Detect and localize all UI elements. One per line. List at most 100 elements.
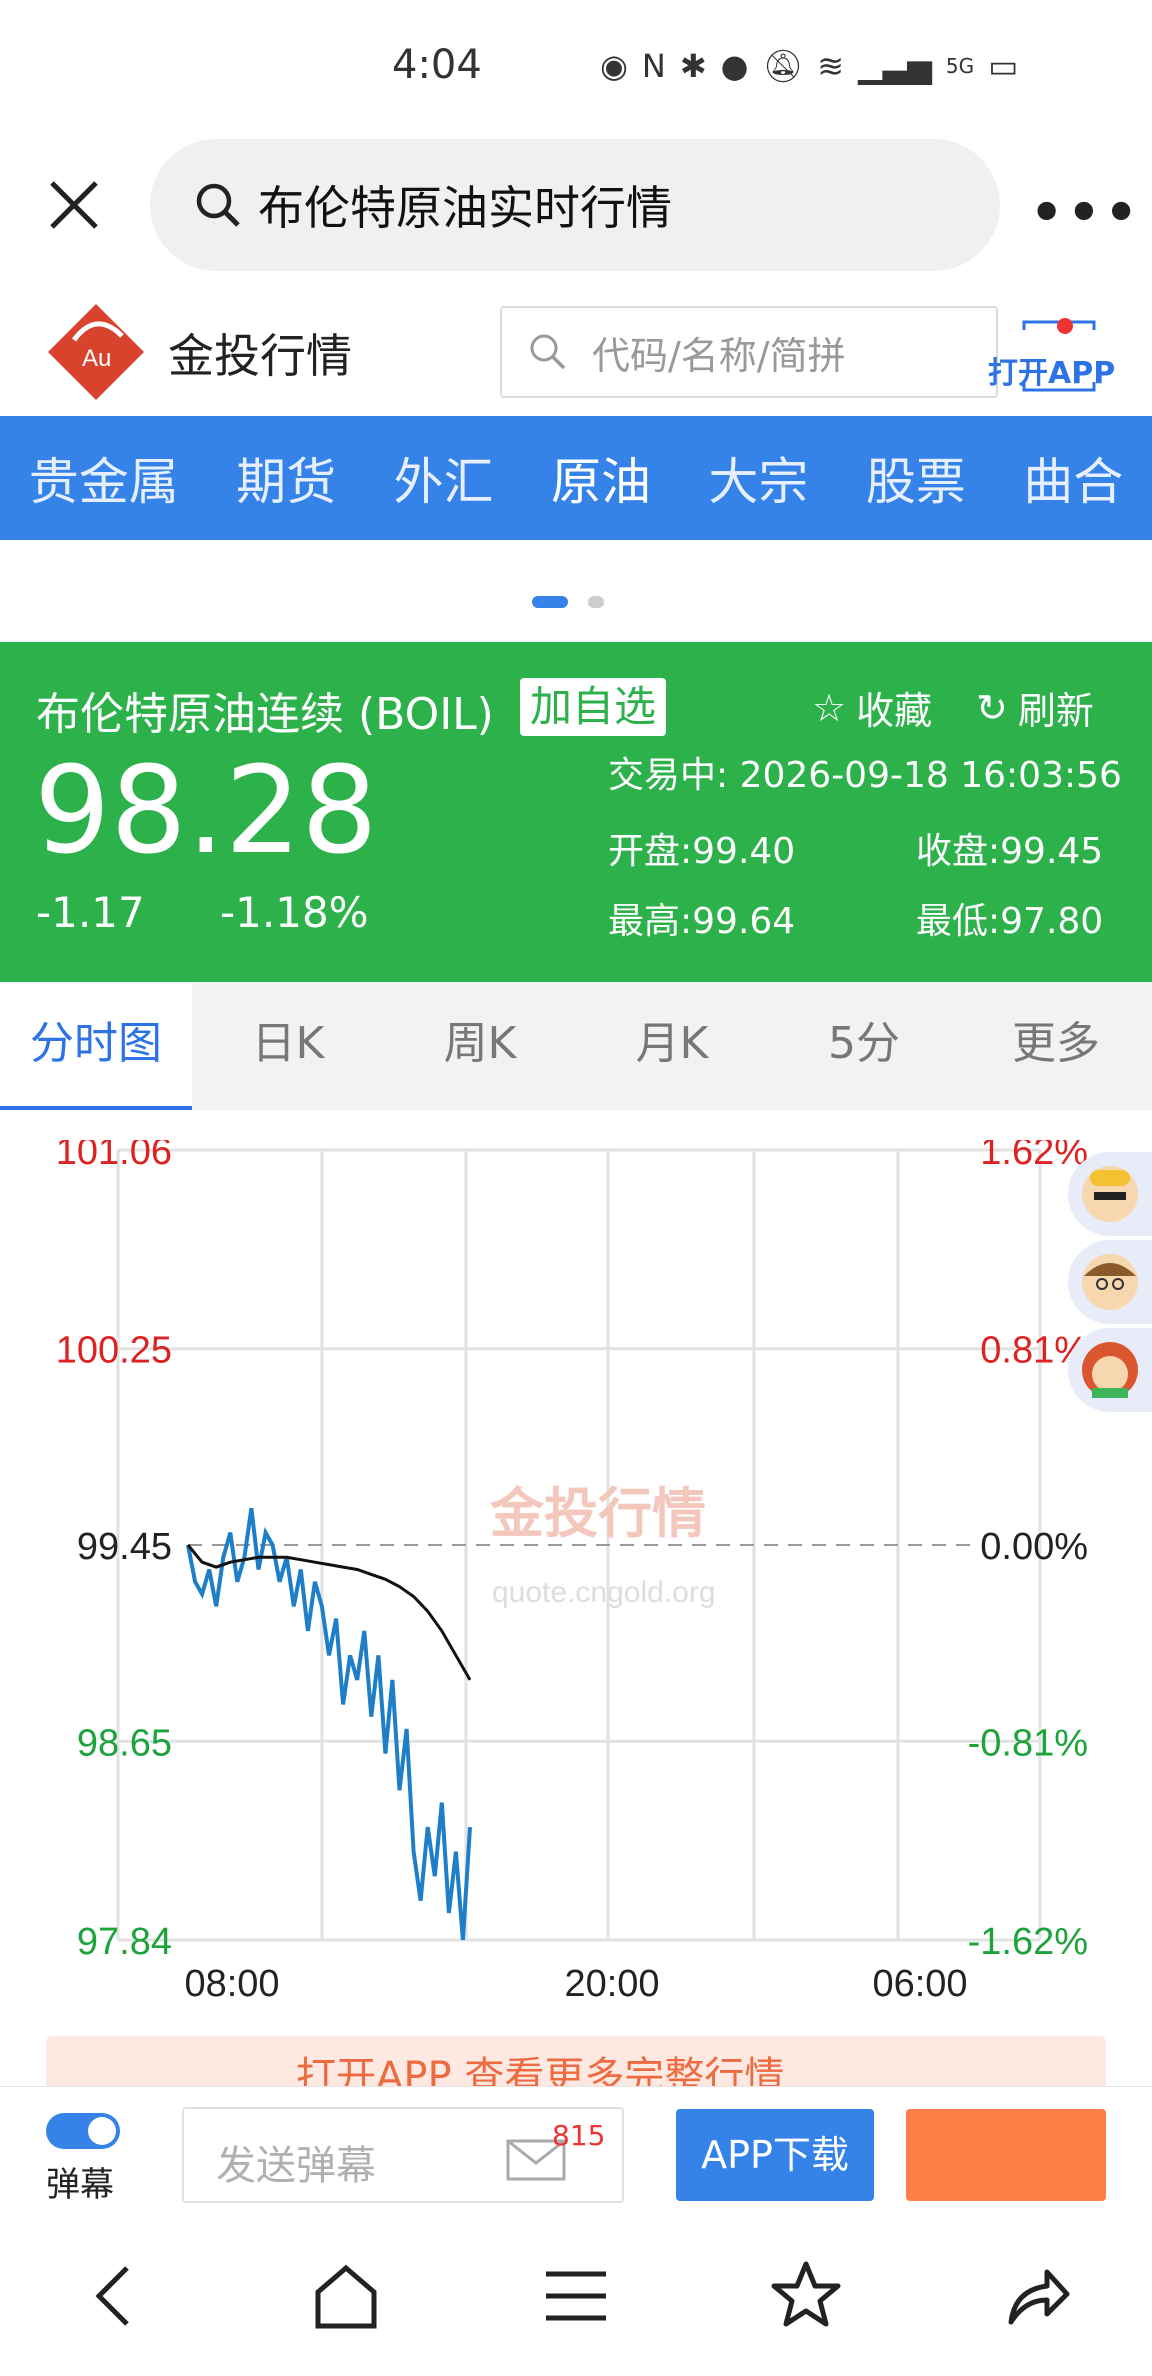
watermark-text: 金投行情	[489, 1484, 706, 1544]
nav-tab-more[interactable]: 曲合	[1023, 442, 1123, 514]
instrument-name: 布伦特原油连续 (BOIL)	[36, 689, 494, 740]
favorite-label: 收藏	[856, 689, 933, 733]
danmu-input-placeholder: 发送弹幕	[216, 2143, 376, 2189]
system-nav-bar	[0, 2216, 1152, 2376]
status-time: 4:04	[392, 42, 482, 88]
avatar[interactable]	[1068, 1240, 1152, 1324]
mail-count-badge: 815	[552, 2119, 606, 2152]
price-change: -1.17	[36, 888, 145, 937]
browser-search-text: 布伦特原油实时行情	[258, 181, 672, 235]
y-axis-right-label: 0.00%	[980, 1526, 1088, 1568]
refresh-icon: ↻	[976, 685, 1008, 730]
tab-intraday[interactable]: 分时图	[0, 982, 192, 1110]
signal-5g-label: 5G	[945, 54, 975, 78]
site-search-input[interactable]: 代码/名称/简拼	[500, 306, 998, 398]
danmu-toggle-label: 弹幕	[46, 2165, 114, 2205]
star-icon: ☆	[812, 685, 847, 730]
status-bar: 4:04 ◉ N ✱ ● 🔕︎ ≋ ▁▃▅ 5G ▭	[0, 0, 1152, 130]
user-avatar-icon	[1082, 1254, 1138, 1310]
comment-bar: 弹幕 发送弹幕 815 APP下载	[0, 2086, 1152, 2216]
carousel-dot-active[interactable]	[532, 596, 568, 608]
star-icon[interactable]	[766, 2256, 846, 2336]
promo-banner[interactable]: 打开APP 查看更多完整行情	[46, 2036, 1106, 2086]
intraday-chart[interactable]: 101.06 1.62%100.25 0.81%99.45 0.00%98.65 -0.…	[0, 1140, 1152, 2020]
signal-icon: ▁▃▅	[858, 47, 932, 85]
promo-text: 打开APP 查看更多完整行情	[296, 2054, 785, 2086]
search-icon	[196, 183, 240, 227]
more-menu-button[interactable]: •••	[1030, 183, 1142, 243]
favorite-button[interactable]: ☆ 收藏	[812, 680, 932, 735]
low-price: 最低:97.80	[916, 901, 1104, 942]
carousel-dot[interactable]	[588, 596, 604, 608]
watermark-url: quote.cngold.org	[492, 1576, 716, 1609]
site-logo[interactable]: Au	[44, 300, 148, 404]
nfc-icon: N	[641, 47, 666, 85]
trading-status: 交易中: 2026-09-18 16:03:56	[608, 755, 1122, 796]
avatar[interactable]	[1068, 1152, 1152, 1236]
open-app-label: 打开APP	[988, 356, 1116, 391]
app-download-button[interactable]: APP下载	[676, 2109, 874, 2201]
tab-5min[interactable]: 5分	[768, 982, 960, 1110]
nav-tab-stocks[interactable]: 股票	[866, 442, 966, 514]
open-price: 开盘:99.40	[608, 831, 796, 872]
user-avatar-icon	[1082, 1166, 1138, 1222]
browser-search-bar[interactable]: 布伦特原油实时行情	[150, 139, 1000, 271]
close-icon[interactable]	[44, 175, 104, 235]
notification-dot	[1057, 318, 1073, 334]
nav-tab-crude-oil[interactable]: 原油	[551, 442, 651, 514]
avatar-stack	[1068, 1152, 1152, 1416]
avatar[interactable]	[1068, 1328, 1152, 1412]
close-price: 收盘:99.45	[916, 831, 1104, 872]
back-icon[interactable]	[75, 2256, 155, 2336]
open-app-button[interactable]: 打开APP	[984, 318, 1134, 394]
site-name: 金投行情	[168, 329, 352, 383]
search-icon	[530, 334, 566, 370]
site-search-placeholder: 代码/名称/简拼	[592, 333, 846, 378]
x-axis-label: 20:00	[564, 1963, 659, 2005]
home-icon[interactable]	[306, 2256, 386, 2336]
price-change-percent: -1.18%	[220, 888, 369, 937]
tab-more[interactable]: 更多	[960, 982, 1152, 1110]
status-icons: ◉ N ✱ ● 🔕︎ ≋ ▁▃▅ 5G ▭	[600, 46, 1018, 86]
x-axis-label: 08:00	[184, 1963, 279, 2005]
tab-daily-k[interactable]: 日K	[192, 982, 384, 1110]
average-line	[186, 1544, 472, 1681]
bluetooth-icon: ✱	[679, 47, 707, 85]
danmu-toggle[interactable]	[46, 2113, 120, 2149]
y-axis-left-label: 100.25	[56, 1330, 172, 1372]
share-icon[interactable]	[997, 2256, 1077, 2336]
eye-icon: ◉	[600, 47, 628, 85]
logo-text: Au	[82, 345, 111, 372]
nav-tab-futures[interactable]: 期货	[236, 442, 336, 514]
y-axis-left-label: 97.84	[77, 1921, 172, 1963]
wifi-icon: ≋	[817, 47, 845, 85]
y-axis-right-label: -1.62%	[968, 1921, 1088, 1963]
location-icon: ●	[720, 47, 749, 85]
battery-icon: ▭	[988, 47, 1019, 85]
user-avatar-icon	[1082, 1342, 1138, 1398]
danmu-input[interactable]: 发送弹幕 815	[182, 2107, 624, 2203]
quote-panel: 布伦特原油连续 (BOIL) 加自选 ☆ 收藏 ↻ 刷新 98.28 -1.17…	[0, 642, 1152, 982]
x-axis-label: 06:00	[872, 1963, 967, 2005]
current-price: 98.28	[34, 742, 378, 881]
y-axis-left-label: 101.06	[56, 1140, 172, 1173]
high-price: 最高:99.64	[608, 901, 796, 942]
tab-monthly-k[interactable]: 月K	[576, 982, 768, 1110]
action-button[interactable]	[906, 2109, 1106, 2201]
refresh-button[interactable]: ↻ 刷新	[976, 680, 1094, 735]
nav-tab-forex[interactable]: 外汇	[394, 442, 494, 514]
add-watchlist-button[interactable]: 加自选	[520, 678, 667, 736]
nav-tab-commodities[interactable]: 大宗	[708, 442, 808, 514]
nav-tab-precious-metals[interactable]: 贵金属	[29, 442, 179, 514]
price-line	[186, 1507, 472, 1941]
carousel-indicator	[532, 596, 604, 608]
category-nav: 贵金属 期货 外汇 原油 大宗 股票 曲合	[0, 416, 1152, 540]
mute-icon: 🔕︎	[762, 47, 804, 85]
y-axis-left-label: 98.65	[77, 1722, 172, 1764]
y-axis-left-label: 99.45	[77, 1526, 172, 1568]
site-header: Au 金投行情 代码/名称/简拼 打开APP	[0, 290, 1152, 410]
browser-bar: 布伦特原油实时行情 •••	[0, 135, 1152, 275]
tab-weekly-k[interactable]: 周K	[384, 982, 576, 1110]
menu-icon[interactable]	[536, 2256, 616, 2336]
y-axis-right-label: -0.81%	[968, 1722, 1088, 1764]
